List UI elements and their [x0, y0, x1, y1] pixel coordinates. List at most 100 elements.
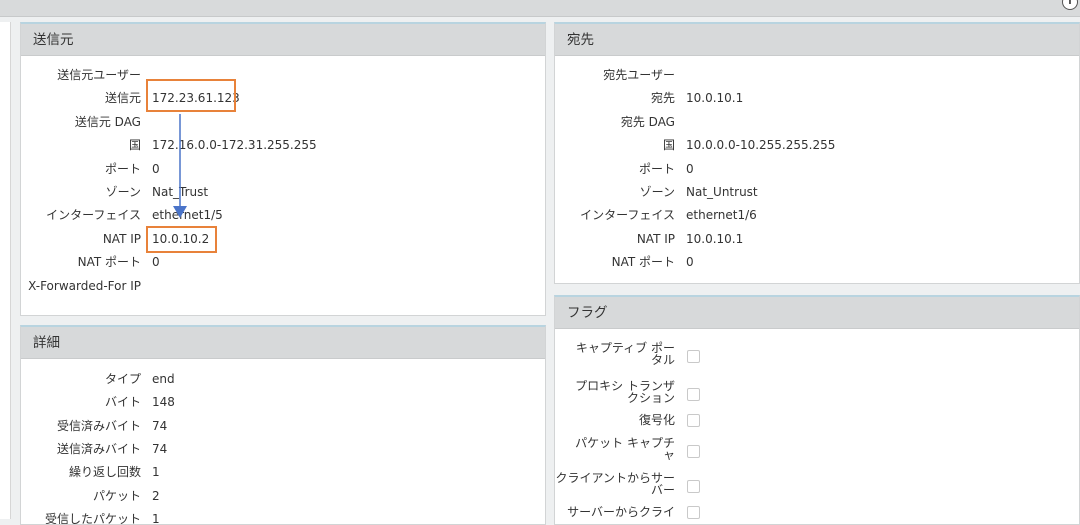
details-field-row: 繰り返し回数	[21, 463, 141, 481]
destination-field-label: 国	[662, 138, 675, 153]
destination-field-label: 宛先ユーザー	[603, 68, 675, 82]
source-panel-title: 送信元	[21, 24, 545, 56]
details-field-label: 送信済みバイト	[56, 441, 141, 456]
details-field-value: 148	[152, 395, 175, 410]
destination-panel-title: 宛先	[555, 24, 1079, 56]
details-field-row: 受信済みバイト	[21, 417, 141, 435]
source-field-label: 国	[128, 138, 141, 153]
destination-field-value: ethernet1/6	[686, 208, 757, 223]
destination-field-value: 10.0.0.0-10.255.255.255	[686, 138, 836, 153]
destination-field-label: ポート	[638, 161, 675, 176]
source-field-label: ゾーン	[105, 185, 141, 199]
destination-field-value: 10.0.10.1	[686, 231, 744, 246]
flag-label-continued: ャ	[662, 448, 675, 462]
details-field-row: 送信済みバイト	[21, 440, 141, 458]
details-field-value: 74	[152, 441, 168, 456]
source-field-row: 送信元 DAG	[21, 113, 141, 131]
destination-field-label: インターフェイス	[580, 208, 675, 223]
destination-field-value: Nat_Untrust	[686, 185, 758, 199]
flag-item: パケット キャプチャ	[555, 436, 675, 466]
flag-checkbox[interactable]	[687, 480, 700, 493]
details-panel-title: 詳細	[21, 327, 545, 359]
flags-panel: フラグ キャプティブ ポー タル プロキシ トランザ クション復号化パケット キャプチ…	[554, 295, 1080, 525]
destination-field-label: 宛先 DAG	[620, 114, 675, 129]
flag-label-continued: タル	[650, 353, 675, 367]
flag-checkbox[interactable]	[687, 445, 700, 458]
top-toolbar: i	[0, 0, 1080, 17]
flag-checkbox[interactable]	[687, 506, 700, 519]
destination-field-row: インターフェイス	[555, 206, 675, 224]
flag-label-continued: クション	[626, 391, 675, 405]
details-panel: 詳細 タイプ end バイト 148 受信済みバイト 74 送信済みバイト 74 繰り返し回数 1…	[20, 325, 546, 525]
details-field-value: end	[152, 372, 175, 386]
details-field-row: パケット	[21, 487, 141, 505]
destination-field-row: NAT ポート	[555, 253, 675, 271]
source-field-label: X-Forwarded-For IP	[28, 278, 141, 293]
translation-arrow	[173, 114, 187, 218]
source-field-label: 送信元	[104, 91, 141, 106]
destination-field-row: ポート	[555, 160, 675, 178]
source-field-value: 0	[152, 161, 160, 176]
source-field-row: NAT ポート	[21, 253, 141, 271]
flag-checkbox[interactable]	[687, 388, 700, 401]
destination-field-row: 宛先ユーザー	[555, 66, 675, 84]
flag-label: 復号化	[638, 413, 675, 427]
flag-label-continued: バー	[650, 483, 675, 497]
destination-field-value: 10.0.10.1	[686, 91, 744, 106]
source-field-row: 送信元ユーザー	[21, 66, 141, 84]
source-field-row: 送信元	[21, 89, 141, 107]
destination-field-row: 宛先 DAG	[555, 113, 675, 131]
destination-panel: 宛先 宛先ユーザー 宛先 10.0.10.1 宛先 DAG 国 10.0.0.0-10.2…	[554, 22, 1080, 284]
source-field-label: 送信元 DAG	[74, 114, 141, 129]
destination-field-value: 0	[686, 255, 694, 270]
source-field-row: ゾーン	[21, 183, 141, 201]
left-panel-edge	[0, 22, 11, 519]
details-field-row: バイト	[21, 393, 141, 411]
source-panel: 送信元 送信元ユーザー 送信元 172.23.61.123 送信元 DAG 国 172.1…	[20, 22, 546, 316]
destination-field-label: ゾーン	[639, 185, 675, 199]
flags-panel-title: フラグ	[555, 297, 1079, 329]
source-field-label: NAT ポート	[77, 255, 141, 270]
details-field-label: 繰り返し回数	[68, 465, 141, 480]
destination-field-row: NAT IP	[555, 230, 675, 248]
destination-field-row: 国	[555, 136, 675, 154]
details-field-label: 受信済みバイト	[56, 418, 141, 433]
flag-label: パケット キャプチ	[575, 436, 675, 450]
details-field-label: パケット	[92, 488, 141, 503]
destination-field-label: NAT IP	[636, 231, 675, 246]
details-field-value: 1	[152, 511, 160, 525]
source-field-label: NAT IP	[102, 231, 141, 246]
flag-item: キャプティブ ポー タル	[555, 341, 675, 371]
source-ip-highlight	[146, 79, 236, 112]
help-icon[interactable]: i	[1062, 0, 1078, 10]
flag-label: サーバーからクライ	[567, 505, 675, 519]
source-field-label: 送信元ユーザー	[57, 68, 141, 82]
source-field-label: インターフェイス	[46, 208, 141, 223]
destination-field-label: NAT ポート	[611, 255, 675, 270]
source-field-row: インターフェイス	[21, 206, 141, 224]
flag-item: プロキシ トランザ クション	[555, 379, 675, 409]
source-field-row: 国	[21, 136, 141, 154]
destination-field-row: ゾーン	[555, 183, 675, 201]
details-field-value: 2	[152, 488, 160, 503]
flag-checkbox[interactable]	[687, 414, 700, 427]
source-field-row: ポート	[21, 160, 141, 178]
flag-item: クライアントからサー バー	[555, 471, 675, 501]
source-field-label: ポート	[104, 161, 141, 176]
source-field-value: 0	[152, 255, 160, 270]
details-field-row: タイプ	[21, 370, 141, 388]
details-field-label: バイト	[104, 395, 141, 410]
details-field-value: 74	[152, 418, 168, 433]
destination-field-label: 宛先	[650, 91, 675, 106]
source-field-row: X-Forwarded-For IP	[21, 277, 141, 295]
flag-item: サーバーからクライ	[555, 505, 675, 524]
details-field-label: タイプ	[104, 372, 141, 386]
nat-ip-highlight	[146, 226, 217, 253]
destination-field-value: 0	[686, 161, 694, 176]
source-field-row: NAT IP	[21, 230, 141, 248]
details-field-row: 受信したパケット	[21, 510, 141, 525]
details-field-label: 受信したパケット	[44, 511, 141, 525]
details-field-value: 1	[152, 465, 160, 480]
destination-field-row: 宛先	[555, 89, 675, 107]
flag-checkbox[interactable]	[687, 350, 700, 363]
